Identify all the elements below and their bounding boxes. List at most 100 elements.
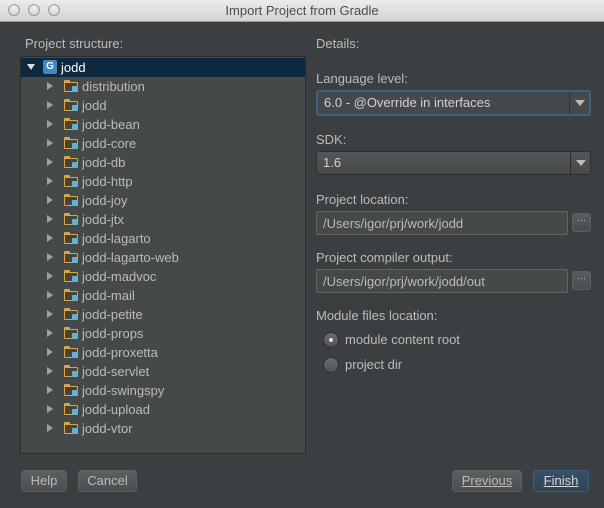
module-folder-icon: [64, 289, 79, 301]
expand-arrow-icon[interactable]: [47, 367, 53, 375]
tree-item[interactable]: jodd-servlet: [21, 362, 305, 381]
module-folder-icon: [64, 175, 79, 187]
chevron-down-icon: [575, 100, 585, 106]
tree-item-label: jodd-joy: [82, 193, 128, 208]
expand-arrow-icon[interactable]: [47, 272, 53, 280]
expand-arrow-icon[interactable]: [47, 424, 53, 432]
tree-root-label: jodd: [61, 60, 86, 75]
module-folder-icon: [64, 156, 79, 168]
compiler-output-browse-button[interactable]: ···: [572, 271, 591, 290]
expand-arrow-icon[interactable]: [47, 291, 53, 299]
previous-button-label: Previous: [461, 473, 513, 488]
module-folder-icon: [64, 422, 79, 434]
project-dir-label[interactable]: project dir: [345, 357, 402, 372]
window-title: Import Project from Gradle: [225, 3, 379, 18]
tree-item-label: jodd-lagarto-web: [82, 250, 179, 265]
tree-item[interactable]: jodd-upload: [21, 400, 305, 419]
project-location-label: Project location:: [316, 192, 409, 207]
project-dir-radio[interactable]: [323, 357, 339, 373]
project-location-browse-button[interactable]: ···: [572, 213, 591, 232]
tree-item-label: jodd-core: [82, 136, 137, 151]
tree-root-row[interactable]: G jodd: [21, 58, 305, 77]
sdk-value: 1.6: [323, 155, 342, 170]
tree-item-label: jodd-proxetta: [82, 345, 158, 360]
tree-item[interactable]: jodd-bean: [21, 115, 305, 134]
sdk-dropdown-button[interactable]: [570, 152, 590, 174]
tree-item[interactable]: jodd-db: [21, 153, 305, 172]
module-folder-icon: [64, 137, 79, 149]
expand-arrow-icon[interactable]: [47, 405, 53, 413]
tree-item-label: jodd-bean: [82, 117, 140, 132]
module-folder-icon: [64, 403, 79, 415]
compiler-output-value: /Users/igor/prj/work/jodd/out: [323, 274, 485, 289]
tree-item[interactable]: jodd-props: [21, 324, 305, 343]
tree-item-label: jodd: [82, 98, 107, 113]
finish-button-label: Finish: [543, 473, 579, 488]
chevron-down-icon: [576, 160, 586, 166]
module-folder-icon: [64, 308, 79, 320]
module-folder-icon: [64, 118, 79, 130]
expand-arrow-icon[interactable]: [47, 101, 53, 109]
tree-item[interactable]: jodd-lagarto: [21, 229, 305, 248]
language-level-dropdown-button[interactable]: [569, 92, 589, 114]
expand-arrow-icon[interactable]: [47, 158, 53, 166]
tree-item-label: jodd-jtx: [82, 212, 124, 227]
module-content-root-radio[interactable]: [323, 332, 339, 348]
previous-button[interactable]: Previous: [452, 470, 522, 492]
module-files-label: Module files location:: [316, 308, 438, 323]
language-level-label: Language level:: [316, 71, 408, 86]
module-folder-icon: [64, 346, 79, 358]
module-content-root-label[interactable]: module content root: [345, 332, 460, 347]
expand-arrow-icon[interactable]: [47, 196, 53, 204]
module-folder-icon: [64, 99, 79, 111]
tree-item[interactable]: jodd-vtor: [21, 419, 305, 438]
expand-arrow-icon[interactable]: [47, 348, 53, 356]
tree-item-label: jodd-upload: [82, 402, 150, 417]
radio-selected-dot: [329, 338, 333, 342]
tree-item[interactable]: jodd-core: [21, 134, 305, 153]
tree-item-label: jodd-props: [82, 326, 144, 341]
expand-arrow-icon[interactable]: [47, 234, 53, 242]
cancel-button[interactable]: Cancel: [78, 470, 137, 492]
compiler-output-field[interactable]: /Users/igor/prj/work/jodd/out: [316, 269, 568, 293]
expand-arrow-icon[interactable]: [47, 215, 53, 223]
expand-arrow-icon[interactable]: [47, 310, 53, 318]
collapse-arrow-icon[interactable]: [27, 64, 35, 70]
project-location-value: /Users/igor/prj/work/jodd: [323, 216, 464, 231]
expand-arrow-icon[interactable]: [47, 253, 53, 261]
tree-item-label: distribution: [82, 79, 145, 94]
tree-item[interactable]: jodd-mail: [21, 286, 305, 305]
tree-item[interactable]: jodd-joy: [21, 191, 305, 210]
finish-button[interactable]: Finish: [533, 470, 589, 492]
module-folder-icon: [64, 232, 79, 244]
title-bar: Import Project from Gradle: [0, 0, 604, 22]
tree-item[interactable]: jodd-jtx: [21, 210, 305, 229]
tree-item[interactable]: jodd-swingspy: [21, 381, 305, 400]
sdk-select[interactable]: 1.6: [316, 151, 591, 175]
details-heading: Details:: [316, 36, 360, 51]
tree-item[interactable]: jodd-http: [21, 172, 305, 191]
module-folder-icon: [64, 384, 79, 396]
help-button[interactable]: Help: [21, 470, 67, 492]
tree-item[interactable]: jodd: [21, 96, 305, 115]
module-folder-icon: [64, 194, 79, 206]
language-level-value: 6.0 - @Override in interfaces: [324, 95, 491, 110]
expand-arrow-icon[interactable]: [47, 120, 53, 128]
tree-item-label: jodd-servlet: [82, 364, 150, 379]
language-level-select[interactable]: 6.0 - @Override in interfaces: [316, 90, 591, 116]
tree-item[interactable]: distribution: [21, 77, 305, 96]
gradle-module-icon: G: [43, 60, 57, 74]
tree-item-label: jodd-petite: [82, 307, 143, 322]
module-folder-icon: [64, 213, 79, 225]
project-structure-tree[interactable]: G jodd distribution jodd jodd-bean jodd-cor…: [20, 56, 306, 454]
project-location-field[interactable]: /Users/igor/prj/work/jodd: [316, 211, 568, 235]
expand-arrow-icon[interactable]: [47, 329, 53, 337]
tree-item[interactable]: jodd-proxetta: [21, 343, 305, 362]
expand-arrow-icon[interactable]: [47, 386, 53, 394]
tree-item[interactable]: jodd-madvoc: [21, 267, 305, 286]
expand-arrow-icon[interactable]: [47, 139, 53, 147]
tree-item[interactable]: jodd-lagarto-web: [21, 248, 305, 267]
expand-arrow-icon[interactable]: [47, 177, 53, 185]
tree-item[interactable]: jodd-petite: [21, 305, 305, 324]
expand-arrow-icon[interactable]: [47, 82, 53, 90]
